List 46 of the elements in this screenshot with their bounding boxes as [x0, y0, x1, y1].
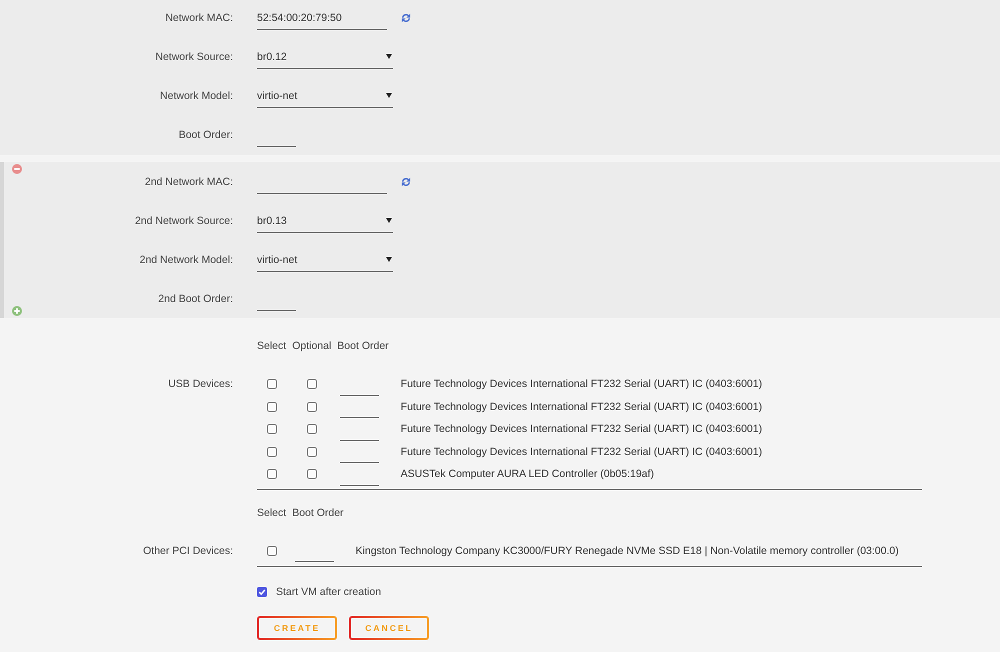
device-name: Kingston Technology Company KC3000/FURY Renegade NVMe SSD E18 | Non-Volatile memory controller (03:00.0) — [356, 544, 899, 557]
minus-circle-icon[interactable] — [12, 164, 22, 174]
refresh-icon[interactable] — [401, 177, 411, 187]
checkbox[interactable] — [266, 446, 277, 457]
checkbox[interactable] — [266, 546, 277, 556]
device-name: Future Technology Devices International FT232 Serial (UART) IC (0403:6001) — [400, 400, 762, 413]
mac-address-field[interactable]: 52:54:00:20:79:50 — [257, 6, 387, 30]
checkbox[interactable] — [306, 446, 317, 457]
device-name: Future Technology Devices International FT232 Serial (UART) IC (0403:6001) — [400, 378, 762, 390]
caret-icon — [386, 93, 392, 98]
device-name: Future Technology Devices International FT232 Serial (UART) IC (0403:6001) — [400, 446, 762, 458]
column-header: Optional — [292, 339, 332, 354]
column-header: Select — [257, 339, 288, 354]
dropdown[interactable]: br0.13 — [257, 209, 393, 233]
refresh-icon[interactable] — [401, 13, 411, 23]
checkbox[interactable] — [266, 379, 277, 390]
checkbox[interactable] — [266, 402, 277, 412]
field-label: Boot Order: — [178, 129, 233, 141]
field-label: Network Model: — [159, 90, 233, 102]
checkbox[interactable] — [266, 469, 277, 480]
checkbox[interactable] — [306, 469, 317, 480]
caret-icon — [386, 257, 392, 262]
field-label: USB Devices: — [168, 378, 233, 390]
field-label: 2nd Network Source: — [134, 215, 233, 227]
field-label: Network MAC: — [164, 12, 233, 24]
dropdown[interactable]: virtio-net — [257, 248, 393, 272]
device-name: ASUSTek Computer AURA LED Controller (0b05:19af) — [400, 468, 654, 480]
device-name: Future Technology Devices International FT232 Serial (UART) IC (0403:6001) — [400, 423, 762, 436]
checkbox[interactable] — [306, 402, 317, 412]
field-label: Other PCI Devices: — [143, 544, 233, 557]
field-label: 2nd Boot Order: — [157, 293, 233, 305]
dropdown[interactable]: virtio-net — [257, 84, 393, 108]
checkbox[interactable] — [306, 379, 317, 390]
checkbox[interactable] — [306, 424, 317, 434]
column-header: Boot Order — [337, 339, 390, 354]
dropdown[interactable]: br0.12 — [257, 45, 393, 69]
caret-icon — [386, 218, 392, 223]
checkbox[interactable] — [266, 424, 277, 434]
checkbox-label: Start VM after creation — [276, 585, 382, 599]
column-header: Boot Order — [292, 506, 345, 520]
checkbox[interactable] — [257, 587, 267, 597]
column-header: Select — [257, 506, 288, 520]
field-label: 2nd Network Model: — [138, 254, 233, 266]
field-label: Network Source: — [154, 51, 233, 63]
caret-icon — [386, 54, 392, 59]
field-label: 2nd Network MAC: — [144, 176, 233, 188]
